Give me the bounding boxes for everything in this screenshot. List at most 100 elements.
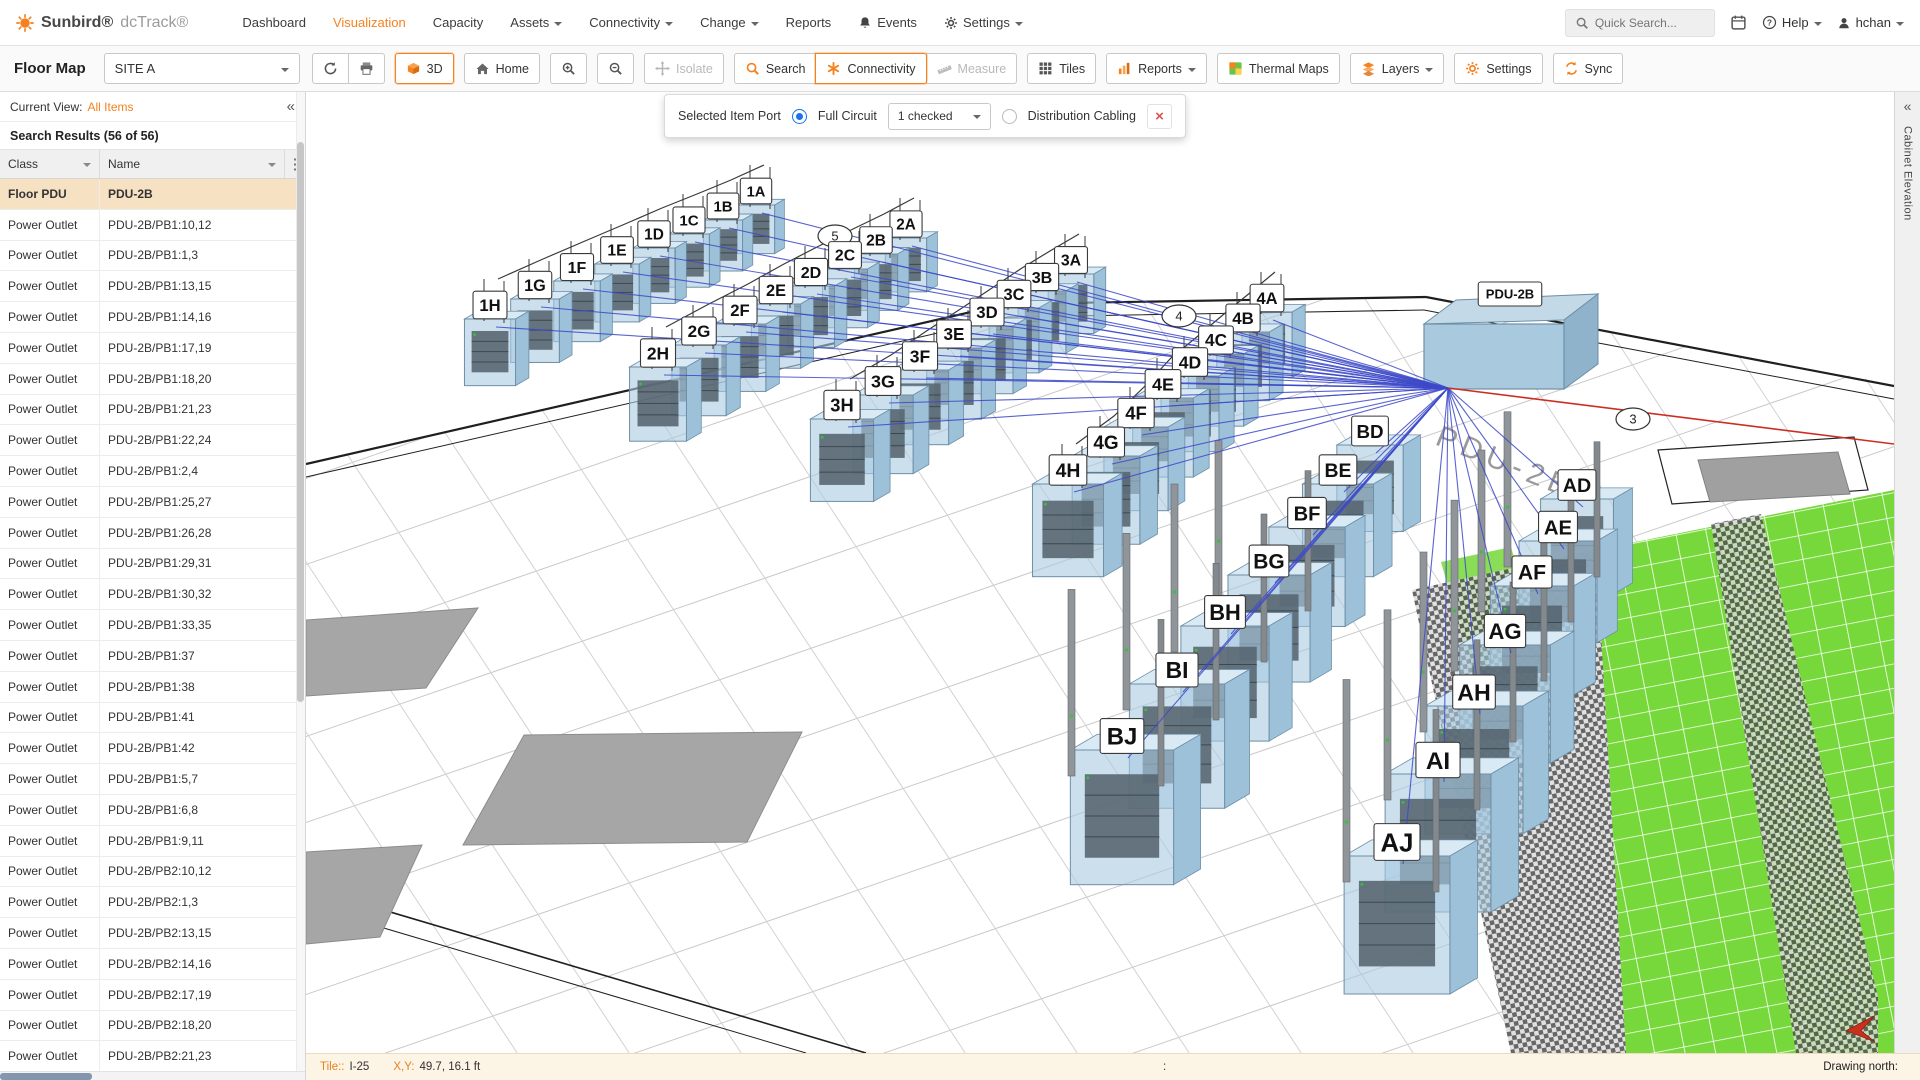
table-row[interactable]: Power Outlet PDU-2B/PB1:21,23 xyxy=(0,394,305,426)
current-view-label: Current View: xyxy=(10,99,83,114)
table-row[interactable]: Power Outlet PDU-2B/PB1:26,28 xyxy=(0,517,305,549)
isolate-button[interactable]: Isolate xyxy=(644,53,724,84)
current-view-value[interactable]: All Items xyxy=(87,100,133,114)
help-menu[interactable]: ? Help xyxy=(1762,15,1822,30)
nav-item-label: Events xyxy=(877,15,917,30)
zoom-out-button[interactable] xyxy=(597,53,634,84)
column-header-name[interactable]: Name xyxy=(100,150,285,178)
table-row[interactable]: Power Outlet PDU-2B/PB2:18,20 xyxy=(0,1010,305,1042)
table-row[interactable]: Power Outlet PDU-2B/PB1:6,8 xyxy=(0,794,305,826)
table-row[interactable]: Power Outlet PDU-2B/PB1:41 xyxy=(0,702,305,734)
table-row[interactable]: Power Outlet PDU-2B/PB2:13,15 xyxy=(0,918,305,949)
connectivity-options-panel: Selected Item Port Full Circuit 1 checke… xyxy=(664,94,1186,138)
svg-text:?: ? xyxy=(1767,18,1772,28)
calendar-icon[interactable] xyxy=(1730,14,1747,31)
nav-item-capacity[interactable]: Capacity xyxy=(433,15,484,30)
table-row[interactable]: Power Outlet PDU-2B/PB1:38 xyxy=(0,671,305,703)
nav-item-events[interactable]: Events xyxy=(858,15,917,30)
site-selector[interactable]: SITE A xyxy=(103,53,300,84)
table-row[interactable]: Power Outlet PDU-2B/PB2:17,19 xyxy=(0,979,305,1011)
nav-item-dashboard[interactable]: Dashboard xyxy=(242,15,306,30)
table-row[interactable]: Power Outlet PDU-2B/PB1:17,19 xyxy=(0,332,305,364)
distribution-cabling-label: Distribution Cabling xyxy=(1027,109,1136,123)
table-row[interactable]: Power Outlet PDU-2B/PB1:18,20 xyxy=(0,363,305,395)
tiles-button[interactable]: Tiles xyxy=(1027,53,1097,84)
table-row[interactable]: Power Outlet PDU-2B/PB2:10,12 xyxy=(0,856,305,888)
svg-text:BD: BD xyxy=(1356,421,1383,442)
table-row[interactable]: Power Outlet PDU-2B/PB1:9,11 xyxy=(0,825,305,857)
table-row[interactable]: Power Outlet PDU-2B/PB1:10,12 xyxy=(0,209,305,241)
collapse-sidebar-icon[interactable]: « xyxy=(287,98,295,115)
cell-name: PDU-2B/PB1:41 xyxy=(108,710,195,725)
search-button[interactable]: Search xyxy=(733,53,817,84)
cell-class: Power Outlet xyxy=(0,794,100,825)
product-name: dcTrack® xyxy=(120,13,189,31)
table-row[interactable]: Power Outlet PDU-2B/PB1:2,4 xyxy=(0,456,305,487)
checked-items-dropdown[interactable]: 1 checked xyxy=(887,102,991,130)
sidebar-scrollbar-thumb[interactable] xyxy=(297,142,304,702)
table-row[interactable]: Power Outlet PDU-2B/PB1:13,15 xyxy=(0,271,305,303)
expand-panel-icon[interactable]: « xyxy=(1904,98,1912,114)
nav-item-connectivity[interactable]: Connectivity xyxy=(589,15,674,30)
nav-item-label: Dashboard xyxy=(242,15,306,30)
layers-button[interactable]: Layers xyxy=(1349,53,1445,84)
table-row[interactable]: Power Outlet PDU-2B/PB2:14,16 xyxy=(0,948,305,980)
button-label: Search xyxy=(765,61,806,76)
svg-text:3H: 3H xyxy=(830,395,853,416)
table-row[interactable]: Power Outlet PDU-2B/PB1:30,32 xyxy=(0,579,305,611)
measure-icon xyxy=(937,61,952,76)
quick-search[interactable] xyxy=(1564,8,1715,37)
cube-icon xyxy=(406,61,421,76)
table-row[interactable]: Power Outlet PDU-2B/PB1:37 xyxy=(0,640,305,672)
sidebar-hscrollbar-track[interactable] xyxy=(0,1071,305,1080)
nav-item-assets[interactable]: Assets xyxy=(510,15,563,30)
settings-button[interactable]: Settings xyxy=(1454,53,1543,84)
floor-map-3d-scene[interactable]: PDU-2B5431A1B1C1D1E1F1G1H2A2B2C2D2E2F2G2… xyxy=(306,92,1894,1053)
table-row[interactable]: Power Outlet PDU-2B/PB1:33,35 xyxy=(0,610,305,641)
full-circuit-radio[interactable] xyxy=(791,108,807,124)
3d-button[interactable]: 3D xyxy=(394,53,454,84)
toolbar-group xyxy=(311,53,385,84)
user-menu[interactable]: hchan xyxy=(1837,15,1904,30)
thermal-maps-button[interactable]: Thermal Maps xyxy=(1216,53,1340,84)
table-row[interactable]: Power Outlet PDU-2B/PB1:1,3 xyxy=(0,240,305,272)
table-row[interactable]: Power Outlet PDU-2B/PB1:42 xyxy=(0,733,305,765)
nav-item-change[interactable]: Change xyxy=(700,15,759,30)
print-button[interactable] xyxy=(347,53,385,84)
table-row[interactable]: Floor PDU PDU-2B xyxy=(0,179,305,210)
svg-text:BE: BE xyxy=(1325,460,1352,482)
nav-item-reports[interactable]: Reports xyxy=(786,15,832,30)
floor-map-canvas[interactable]: PDU-2B5431A1B1C1D1E1F1G1H2A2B2C2D2E2F2G2… xyxy=(306,92,1894,1053)
table-row[interactable]: Power Outlet PDU-2B/PB2:21,23 xyxy=(0,1041,305,1073)
table-row[interactable]: Power Outlet PDU-2B/PB1:29,31 xyxy=(0,548,305,580)
button-label: Tiles xyxy=(1059,61,1086,76)
cabinet-elevation-panel[interactable]: « Cabinet Elevation xyxy=(1894,92,1920,1053)
table-row[interactable]: Power Outlet PDU-2B/PB1:14,16 xyxy=(0,302,305,333)
table-row[interactable]: Power Outlet PDU-2B/PB1:25,27 xyxy=(0,486,305,518)
table-row[interactable]: Power Outlet PDU-2B/PB2:1,3 xyxy=(0,887,305,919)
quick-search-input[interactable] xyxy=(1594,15,1707,30)
sync-button[interactable]: Sync xyxy=(1552,53,1624,84)
close-panel-button[interactable]: × xyxy=(1146,103,1172,129)
refresh-button[interactable] xyxy=(311,53,349,84)
reports-button[interactable]: Reports xyxy=(1106,53,1207,84)
button-label: Reports xyxy=(1138,61,1182,76)
column-header-class[interactable]: Class xyxy=(0,150,100,178)
home-button[interactable]: Home xyxy=(463,53,540,84)
distribution-cabling-radio[interactable] xyxy=(1001,108,1017,124)
tiles-icon xyxy=(1038,61,1053,76)
svg-text:4C: 4C xyxy=(1205,330,1227,350)
connectivity-button[interactable]: Connectivity xyxy=(815,53,927,84)
nav-item-visualization[interactable]: Visualization xyxy=(333,15,406,30)
svg-text:2H: 2H xyxy=(647,343,669,363)
sidebar-hscrollbar-thumb[interactable] xyxy=(0,1073,92,1080)
sunbird-logo-icon xyxy=(16,13,34,32)
nav-item-settings[interactable]: Settings xyxy=(944,15,1023,30)
table-row[interactable]: Power Outlet PDU-2B/PB1:22,24 xyxy=(0,425,305,457)
table-row[interactable]: Power Outlet PDU-2B/PB1:5,7 xyxy=(0,764,305,795)
measure-button[interactable]: Measure xyxy=(925,53,1018,84)
column-label-class: Class xyxy=(8,157,39,171)
cell-class: Power Outlet xyxy=(0,456,100,486)
sidebar-scrollbar-track[interactable] xyxy=(296,92,305,1071)
zoom-in-button[interactable] xyxy=(550,53,587,84)
